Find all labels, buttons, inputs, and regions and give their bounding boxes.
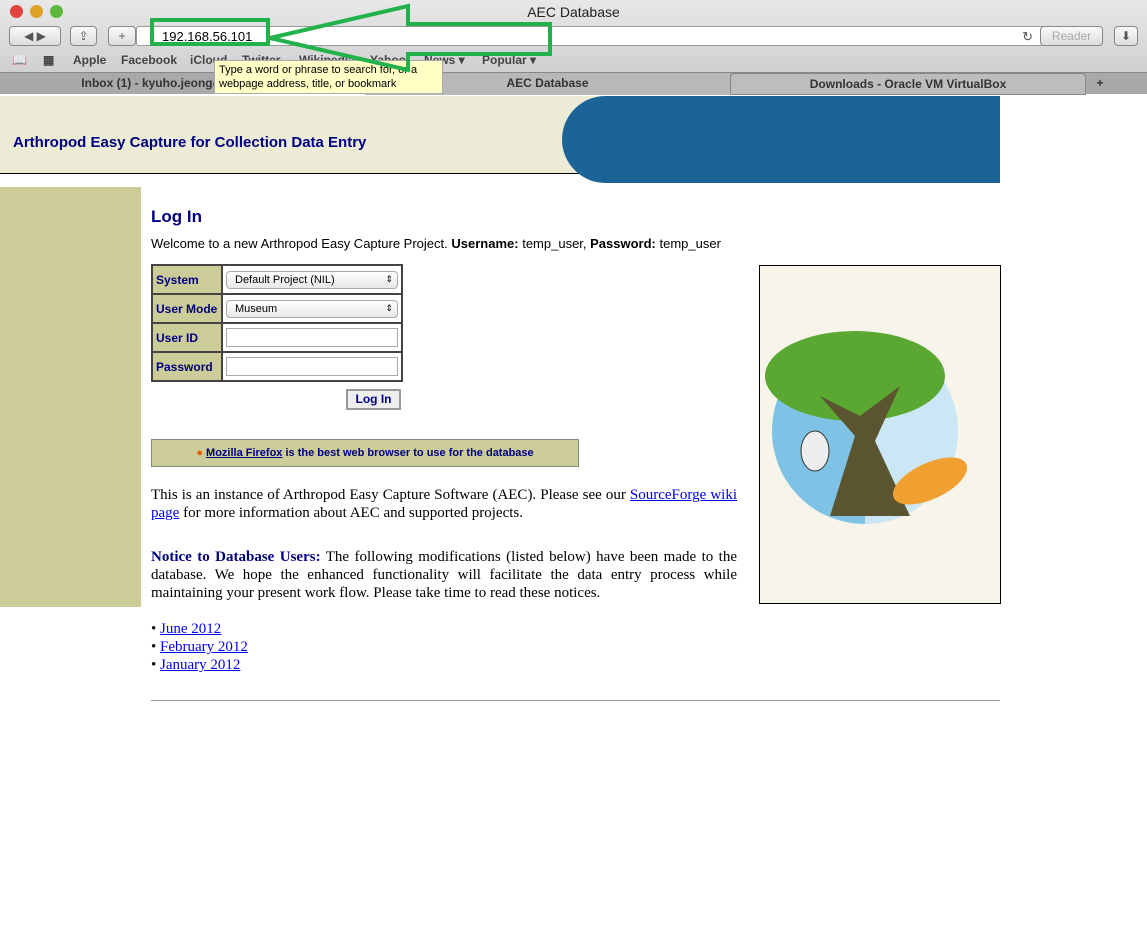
password-input[interactable] [226,357,398,376]
login-form: SystemDefault Project (NIL) User ModeMus… [151,264,403,382]
tab-downloads[interactable]: Downloads - Oracle VM VirtualBox [730,73,1086,95]
user-id-input[interactable] [226,328,398,347]
notice-link-january-2012[interactable]: January 2012 [160,657,240,673]
firefox-link[interactable]: Mozilla Firefox [206,447,282,459]
footer-divider [151,700,1000,701]
user-mode-select[interactable]: Museum [226,299,398,318]
sidebar [0,187,141,607]
aec-logo-image [759,265,1001,604]
welcome-text: Welcome to a new Arthropod Easy Capture … [151,236,721,251]
annotation-arrow [150,3,552,73]
system-label: System [151,264,223,295]
reader-button[interactable]: Reader [1040,26,1103,46]
downloads-icon[interactable]: ⬇ [1114,26,1138,46]
user-mode-label: User Mode [151,293,223,324]
notice-link-february-2012[interactable]: February 2012 [160,639,248,655]
notice-link-june-2012[interactable]: June 2012 [160,621,221,637]
header-banner [562,96,1000,183]
page-title: Log In [151,207,202,226]
password-label: Password [151,351,223,382]
intro-text: This is an instance of Arthropod Easy Ca… [151,487,737,521]
user-id-label: User ID [151,322,223,353]
new-tab-button[interactable]: + [1090,73,1110,95]
system-select[interactable]: Default Project (NIL) [226,270,398,289]
notice-text: Notice to Database Users: The following … [151,549,737,601]
notice-list: • June 2012 • February 2012 • January 20… [151,621,248,673]
firefox-notice: ● Mozilla Firefox is the best web browse… [151,439,579,467]
firefox-icon: ● [196,447,203,459]
site-title: Arthropod Easy Capture for Collection Da… [13,134,367,151]
login-button[interactable]: Log In [346,389,401,410]
reload-icon[interactable]: ↻ [1022,27,1033,46]
